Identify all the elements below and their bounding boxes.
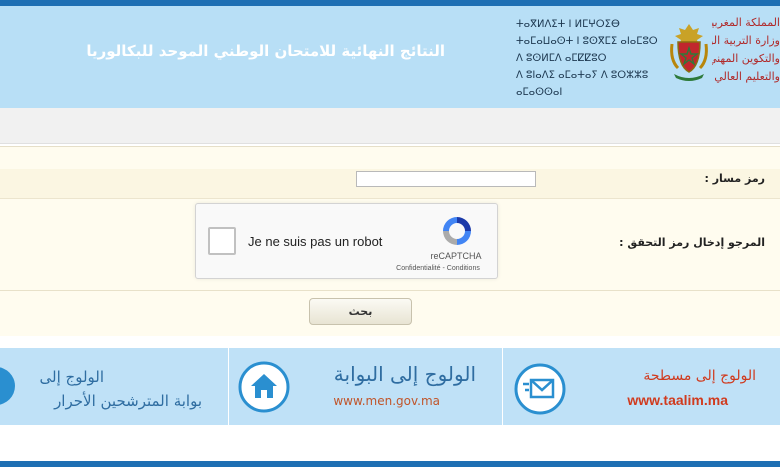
row-divider: [0, 290, 780, 291]
mail-icon: [514, 363, 566, 415]
ministry-line-3: والتكوين المهني: [712, 52, 780, 65]
banner-men-line-1: الولوج إلى البوابة: [333, 362, 476, 386]
recaptcha-logo-icon: [443, 217, 471, 245]
banner-taalim-line-1: الولوج إلى مسطحة: [643, 368, 756, 384]
massar-input[interactable]: [356, 171, 536, 187]
ministry-name-arabic: المملكة المغربية وزارة التربية الوطنية و…: [712, 14, 780, 86]
privacy-link[interactable]: Confidentialité: [396, 265, 440, 272]
banner-men-url: www.men.gov.ma: [333, 394, 440, 408]
banner-men-portal[interactable]: الولوج إلى البوابة www.men.gov.ma: [229, 348, 502, 425]
tifinagh-line-2: ⵜⴰⵎⴰⵡⴰⵙⵜ ⵏ ⵓⵙⴳⵎⵉ ⴰⵏⴰⵎⵓⵔ: [516, 36, 658, 47]
arrow-circle-icon: [0, 367, 15, 405]
recaptcha-links: Confidentialité - Conditions: [382, 265, 494, 272]
ministry-line-1: المملكة المغربية: [712, 16, 780, 29]
banner-taalim-url: www.taalim.ma: [627, 392, 728, 408]
massar-label: رمز مسار :: [704, 172, 765, 185]
recaptcha-checkbox[interactable]: [208, 227, 236, 255]
ministry-line-2: وزارة التربية الوطنية: [712, 34, 780, 47]
tifinagh-line-4: ⴷ ⵓⵏⴰⴷⵉ ⴰⵎⴰⵜⴰⵢ ⴷ ⵓⵔⵣⵣⵓ ⴰⵎⴰⵙⵙⴰⵏ: [516, 70, 649, 98]
recaptcha-brand: reCAPTCHA: [430, 251, 482, 261]
banner-free-line-1: الولوج إلى: [39, 368, 105, 386]
terms-link[interactable]: Conditions: [447, 265, 480, 272]
home-icon: [238, 361, 290, 413]
recaptcha-label: Je ne suis pas un robot: [248, 234, 383, 249]
recaptcha-widget: Je ne suis pas un robot reCAPTCHA Confid…: [195, 203, 498, 279]
navigation-band: [0, 108, 780, 144]
banner-free-line-2: بوابة المترشحين الأحرار: [54, 392, 202, 410]
tifinagh-line-1: ⵜⴰⴳⵍⴷⵉⵜ ⵏ ⵍⵎⵖⵔⵉⴱ: [516, 19, 620, 30]
footer-bar: [0, 461, 780, 467]
search-button[interactable]: بحث: [309, 298, 412, 325]
tifinagh-ministry-name: ⵜⴰⴳⵍⴷⵉⵜ ⵏ ⵍⵎⵖⵔⵉⴱ ⵜⴰⵎⴰⵡⴰⵙⵜ ⵏ ⵓⵙⴳⵎⵉ ⴰⵏⴰⵎⵓⵔ…: [516, 16, 668, 101]
banner-taalim[interactable]: الولوج إلى مسطحة www.taalim.ma: [503, 348, 780, 425]
site-header: النتائج النهائية للامتحان الوطني الموحد …: [0, 0, 780, 108]
captcha-label: المرجو إدخال رمز التحقق :: [619, 236, 765, 249]
ministry-line-4: والتعليم العالي والبحث العلمي: [712, 70, 780, 83]
banner-free-candidates[interactable]: الولوج إلى بوابة المترشحين الأحرار: [0, 348, 228, 425]
tifinagh-line-3: ⴷ ⵓⵙⵍⵎⴷ ⴰⵎⵇⵇⵓⵔ: [516, 53, 607, 64]
page-title: النتائج النهائية للامتحان الوطني الموحد …: [86, 42, 445, 60]
coat-of-arms-icon: [670, 24, 708, 81]
